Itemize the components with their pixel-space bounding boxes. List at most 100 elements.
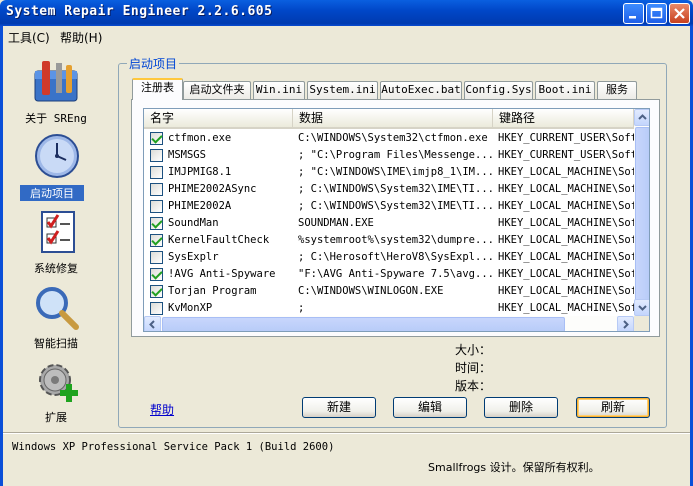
tab-services[interactable]: 服务	[597, 81, 637, 99]
cell-data: ; C:\WINDOWS\System32\IME\TI...	[298, 200, 492, 212]
table-row[interactable]: SoundMan SOUNDMAN.EXE HKEY_LOCAL_MACHINE\S…	[144, 215, 634, 232]
maximize-button[interactable]	[646, 3, 667, 24]
vertical-scrollbar[interactable]	[634, 109, 649, 316]
cell-name: Torjan Program	[168, 285, 257, 297]
tab-autoexec-bat[interactable]: AutoExec.bat	[380, 81, 462, 99]
refresh-button[interactable]: 刷新	[576, 397, 650, 418]
cell-path: HKEY_LOCAL_MACHINE\Sof	[498, 302, 634, 314]
cell-name: PHIME2002ASync	[168, 183, 257, 195]
cell-path: HKEY_LOCAL_MACHINE\Sof	[498, 217, 634, 229]
chevron-right-icon	[623, 320, 629, 329]
startup-list[interactable]: 名字 数据 键路径 ctfmon.exe C:\WINDOWS\System32\…	[143, 108, 650, 332]
row-checkbox[interactable]	[150, 166, 163, 179]
nav-smart-scan[interactable]: 智能扫描	[10, 335, 102, 351]
tab-startup-folder[interactable]: 启动文件夹	[183, 81, 251, 99]
table-row[interactable]: ctfmon.exe C:\WINDOWS\System32\ctfmon.exe…	[144, 130, 634, 147]
table-row[interactable]: !AVG Anti-Spyware "F:\AVG Anti-Spyware 7.…	[144, 266, 634, 283]
close-button[interactable]	[669, 3, 690, 24]
cell-path: HKEY_LOCAL_MACHINE\Sof	[498, 285, 634, 297]
cell-data: "F:\AVG Anti-Spyware 7.5\avg...	[298, 268, 492, 280]
nav-extensions[interactable]: 扩展	[10, 409, 102, 425]
row-checkbox[interactable]	[150, 200, 163, 213]
vertical-scroll-thumb[interactable]	[635, 127, 649, 303]
row-checkbox[interactable]	[150, 217, 163, 230]
size-label: 大小：	[455, 343, 492, 357]
tab-system-ini[interactable]: System.ini	[307, 81, 378, 99]
scroll-left-button[interactable]	[144, 316, 161, 331]
cell-data: ; "C:\WINDOWS\IME\imjp8_1\IM...	[298, 166, 492, 178]
cell-name: !AVG Anti-Spyware	[168, 268, 276, 280]
row-checkbox[interactable]	[150, 285, 163, 298]
scroll-right-button[interactable]	[617, 316, 634, 331]
cell-data: SOUNDMAN.EXE	[298, 217, 374, 229]
menu-help[interactable]: 帮助(H)	[60, 29, 102, 46]
cell-data: C:\WINDOWS\System32\ctfmon.exe	[298, 132, 488, 144]
nav-startup[interactable]: 启动项目	[20, 185, 84, 201]
nav-about[interactable]: 关于 SREng	[10, 110, 102, 126]
table-row[interactable]: PHIME2002ASync ; C:\WINDOWS\System32\IME\…	[144, 181, 634, 198]
toolbox-icon[interactable]	[32, 57, 80, 105]
magnifier-icon[interactable]	[33, 284, 81, 332]
cell-name: MSMSGS	[168, 149, 206, 161]
help-link[interactable]: 帮助	[150, 401, 174, 418]
cell-name: IMJPMIG8.1	[168, 166, 232, 178]
cell-data: ;	[298, 302, 305, 314]
row-checkbox[interactable]	[150, 234, 163, 247]
table-row[interactable]: SysExplr ; C:\Herosoft\HeroV8\SysExpl... H…	[144, 249, 634, 266]
cell-name: ctfmon.exe	[168, 132, 232, 144]
minimize-button[interactable]	[623, 3, 644, 24]
cell-data: ; "C:\Program Files\Messenge...	[298, 149, 492, 161]
table-row[interactable]: IMJPMIG8.1 ; "C:\WINDOWS\IME\imjp8_1\IM..…	[144, 164, 634, 181]
cell-data: ; C:\WINDOWS\System32\IME\TI...	[298, 183, 492, 195]
cell-path: HKEY_CURRENT_USER\Soft	[498, 149, 634, 161]
checklist-icon[interactable]	[38, 210, 78, 254]
clock-icon[interactable]	[34, 133, 80, 179]
row-checkbox[interactable]	[150, 132, 163, 145]
column-header-data[interactable]: 数据	[293, 109, 493, 127]
new-button[interactable]: 新建	[302, 397, 376, 418]
table-row[interactable]: Torjan Program C:\WINDOWS\WINLOGON.EXE HKE…	[144, 283, 634, 300]
chevron-up-icon	[638, 114, 647, 120]
cell-path: HKEY_LOCAL_MACHINE\Sof	[498, 234, 634, 246]
chevron-down-icon	[638, 305, 647, 311]
maximize-icon	[650, 7, 663, 19]
row-checkbox[interactable]	[150, 183, 163, 196]
table-row[interactable]: KvMonXP; HKEY_LOCAL_MACHINE\Sof	[144, 300, 634, 317]
table-row[interactable]: PHIME2002A ; C:\WINDOWS\System32\IME\TI..…	[144, 198, 634, 215]
column-header-name[interactable]: 名字	[144, 109, 293, 127]
list-header: 名字 数据 键路径	[144, 109, 634, 129]
chevron-left-icon	[149, 320, 155, 329]
scroll-down-button[interactable]	[634, 299, 649, 316]
cell-name: SysExplr	[168, 251, 219, 263]
minimize-icon	[629, 16, 636, 19]
title-bar[interactable]: System Repair Engineer 2.2.6.605	[0, 0, 693, 26]
column-header-path[interactable]: 键路径	[493, 109, 634, 127]
menu-tools[interactable]: 工具(C)	[8, 29, 50, 46]
horizontal-scroll-thumb[interactable]	[162, 317, 565, 331]
time-label: 时间：	[455, 361, 492, 375]
delete-button[interactable]: 删除	[484, 397, 558, 418]
cell-path: HKEY_LOCAL_MACHINE\Sof	[498, 251, 634, 263]
nav-system-repair[interactable]: 系统修复	[10, 260, 102, 276]
table-row[interactable]: KernelFaultCheck %systemroot%\system32\du…	[144, 232, 634, 249]
horizontal-scrollbar[interactable]	[144, 316, 634, 331]
row-checkbox[interactable]	[150, 149, 163, 162]
version-label: 版本：	[455, 379, 492, 393]
scroll-up-button[interactable]	[634, 109, 649, 126]
row-checkbox[interactable]	[150, 251, 163, 264]
os-version-text: Windows XP Professional Service Pack 1 (…	[12, 441, 335, 453]
cell-data: %systemroot%\system32\dumpre...	[298, 234, 492, 246]
edit-button[interactable]: 编辑	[393, 397, 467, 418]
cell-data: C:\WINDOWS\WINLOGON.EXE	[298, 285, 444, 297]
tab-config-sys[interactable]: Config.Sys	[464, 81, 533, 99]
table-row[interactable]: MSMSGS ; "C:\Program Files\Messenge... HKE…	[144, 147, 634, 164]
row-checkbox[interactable]	[150, 302, 163, 315]
window-title: System Repair Engineer 2.2.6.605	[6, 4, 273, 19]
cell-path: HKEY_LOCAL_MACHINE\Sof	[498, 166, 634, 178]
scrollbar-corner	[634, 316, 649, 331]
gear-plus-icon[interactable]	[35, 360, 81, 406]
tab-win-ini[interactable]: Win.ini	[253, 81, 305, 99]
tab-registry[interactable]: 注册表	[132, 78, 183, 100]
tab-boot-ini[interactable]: Boot.ini	[535, 81, 595, 99]
row-checkbox[interactable]	[150, 268, 163, 281]
